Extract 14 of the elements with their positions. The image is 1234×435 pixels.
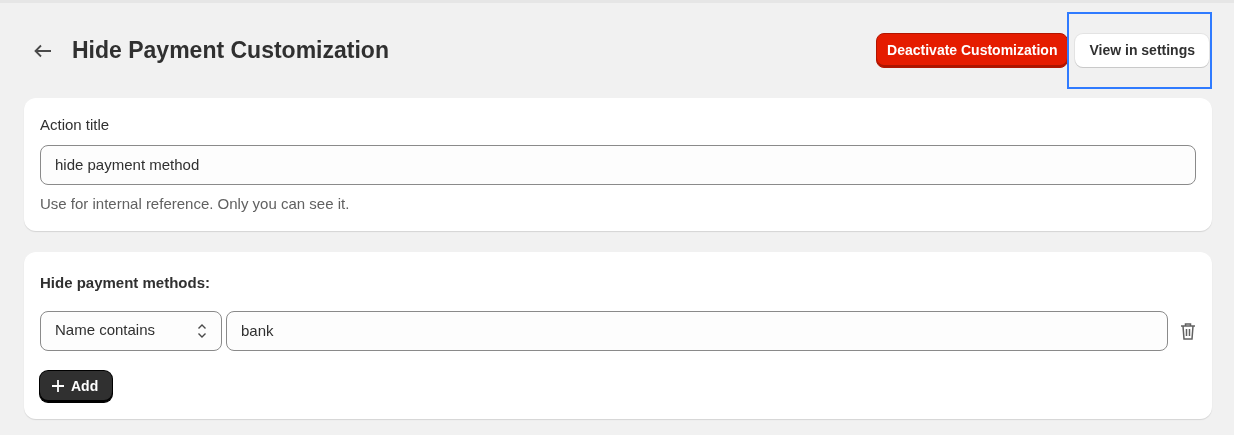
settings-button[interactable]: View in settings <box>1075 34 1209 67</box>
field-label: Action title <box>40 115 111 135</box>
back-arrow-icon <box>34 44 52 59</box>
condition-value-field[interactable]: bank <box>226 310 1168 351</box>
action-title-field[interactable]: hide payment method <box>40 144 1196 185</box>
page-title: Hide Payment Customization <box>72 36 389 65</box>
help-text: Use for internal reference. Only you can see it. <box>40 193 351 214</box>
section-heading: Hide payment methods: <box>40 273 212 293</box>
add-button[interactable]: Add <box>40 370 113 402</box>
chevron-updown-icon <box>197 322 207 339</box>
deactivate-button[interactable]: Deactivate Customization <box>876 33 1069 68</box>
plus-icon <box>52 379 64 392</box>
trash-icon <box>1180 322 1196 341</box>
operator-select[interactable]: Name contains <box>40 310 222 351</box>
